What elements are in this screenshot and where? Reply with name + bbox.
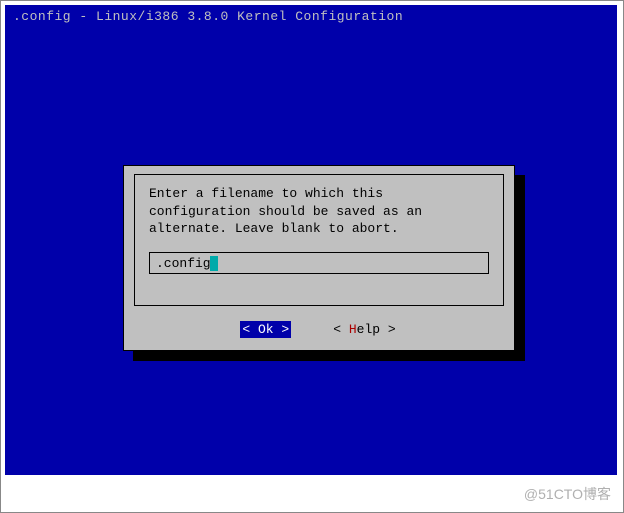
- dialog-buttons: < Ok > < Help >: [124, 321, 514, 338]
- save-dialog: Enter a filename to which this configura…: [123, 165, 515, 351]
- ok-button[interactable]: < Ok >: [240, 321, 291, 338]
- filename-value: .config: [156, 256, 211, 271]
- dialog-content: Enter a filename to which this configura…: [134, 174, 504, 306]
- dialog-prompt: Enter a filename to which this configura…: [149, 185, 489, 238]
- terminal-screen: .config - Linux/i386 3.8.0 Kernel Config…: [5, 5, 617, 475]
- help-button[interactable]: < Help >: [331, 321, 397, 338]
- text-cursor: [210, 256, 218, 271]
- filename-input[interactable]: .config: [149, 252, 489, 274]
- watermark: @51CTO博客: [524, 484, 611, 504]
- window-title: .config - Linux/i386 3.8.0 Kernel Config…: [5, 5, 617, 28]
